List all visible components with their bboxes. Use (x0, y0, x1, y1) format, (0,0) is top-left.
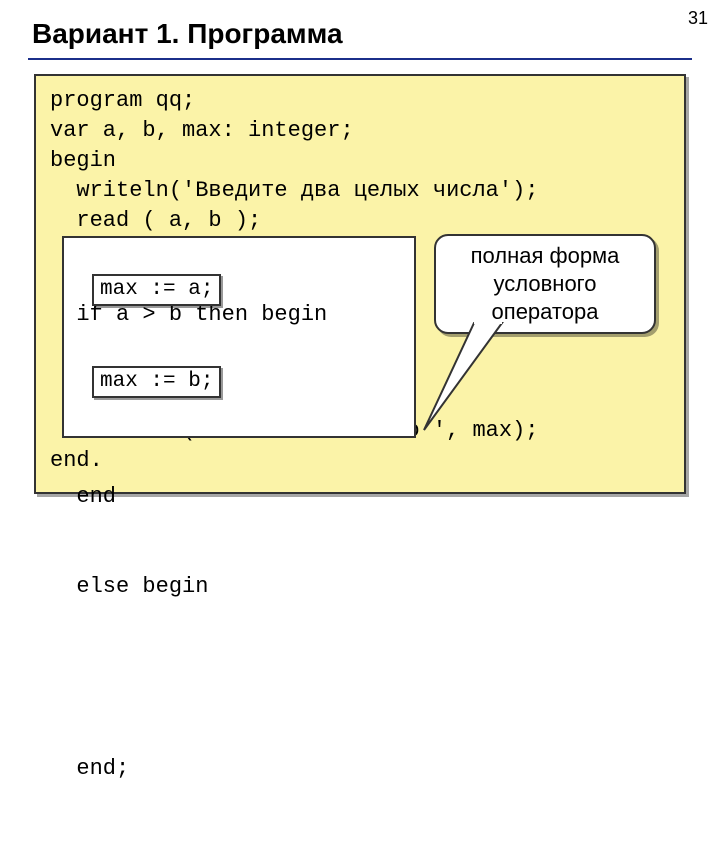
callout-line: полная форма (450, 242, 640, 270)
callout-line: условного (450, 270, 640, 298)
code-line: writeln('Введите два целых числа'); (50, 176, 670, 206)
code-block: program qq; var a, b, max: integer; begi… (34, 74, 686, 494)
overlay-text: if a > b then begin end else begin end; (50, 236, 327, 844)
page-number: 31 (688, 8, 708, 29)
tail-join-patch (474, 320, 502, 324)
highlight-max-b: max := b; (92, 366, 221, 398)
code-line: read ( a, b ); (50, 206, 670, 236)
callout-bubble: полная форма условного оператора (434, 234, 656, 334)
slide-title: Вариант 1. Программа (0, 0, 720, 58)
code-line: program qq; (50, 86, 670, 116)
code-line: begin (50, 146, 670, 176)
code-line: var a, b, max: integer; (50, 116, 670, 146)
highlight-max-a: max := a; (92, 274, 221, 306)
title-underline (28, 58, 692, 60)
callout-tail-icon (416, 320, 506, 440)
